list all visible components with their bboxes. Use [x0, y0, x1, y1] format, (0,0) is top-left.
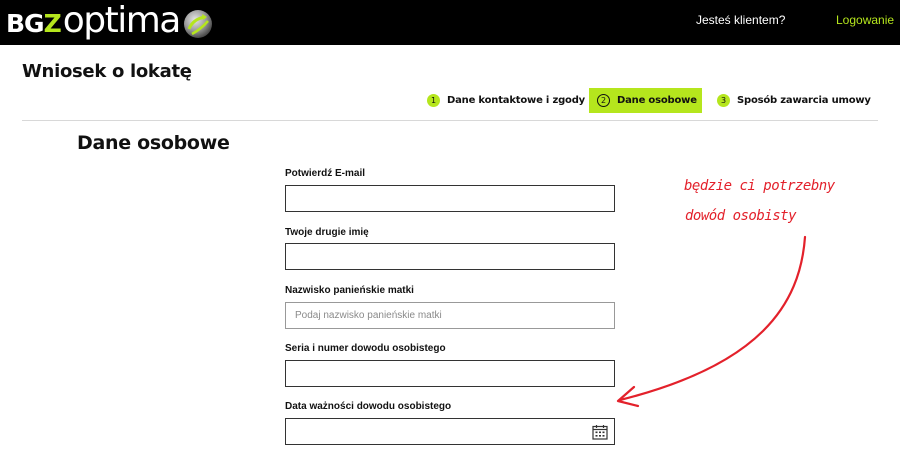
- page-title: Wniosek o lokatę: [22, 61, 192, 82]
- logo-optima-text: optima: [62, 0, 182, 41]
- curved-arrow-icon: [616, 235, 807, 408]
- header-divider: [22, 120, 878, 121]
- id-expiry-label: Data ważności dowodu osobistego: [285, 401, 452, 412]
- step-label: Dane osobowe: [617, 95, 697, 106]
- middle-name-input[interactable]: [285, 243, 615, 270]
- step-number-badge: 3: [717, 94, 730, 107]
- step-label: Sposób zawarcia umowy: [737, 95, 871, 106]
- confirm-email-input[interactable]: [285, 185, 615, 212]
- globe-ball-icon: [183, 10, 212, 38]
- mother-maiden-name-label: Nazwisko panieńskie matki: [285, 285, 414, 296]
- step-contract-method[interactable]: 3 Sposób zawarcia umowy: [717, 88, 871, 113]
- login-link[interactable]: Logowanie: [836, 13, 894, 27]
- bgz-optima-logo[interactable]: BGZ optima: [6, 2, 213, 44]
- mother-maiden-name-input[interactable]: [285, 302, 615, 329]
- section-title: Dane osobowe: [77, 132, 230, 154]
- step-number-badge: 2: [597, 94, 610, 107]
- client-link[interactable]: Jesteś klientem?: [696, 13, 785, 27]
- progress-steps: 1 Dane kontaktowe i zgody 2 Dane osobowe…: [0, 88, 900, 113]
- confirm-email-label: Potwierdź E-mail: [285, 168, 366, 179]
- step-label: Dane kontaktowe i zgody: [447, 95, 585, 106]
- middle-name-label: Twoje drugie imię: [285, 227, 369, 238]
- step-contact-consents[interactable]: 1 Dane kontaktowe i zgody: [427, 88, 585, 113]
- id-number-input[interactable]: [285, 360, 615, 387]
- step-personal-data[interactable]: 2 Dane osobowe: [589, 88, 702, 113]
- top-bar: BGZ optima Jesteś klientem? Logowanie: [0, 0, 900, 45]
- annotation-line-1: będzie ci potrzebny: [684, 178, 835, 194]
- step-number-badge: 1: [427, 94, 440, 107]
- id-number-label: Seria i numer dowodu osobistego: [285, 343, 446, 354]
- annotation-line-2: dowód osobisty: [685, 208, 797, 224]
- calendar-icon[interactable]: [592, 424, 608, 440]
- id-expiry-input[interactable]: [285, 418, 615, 445]
- logo-bgz-text: BGZ: [6, 8, 62, 38]
